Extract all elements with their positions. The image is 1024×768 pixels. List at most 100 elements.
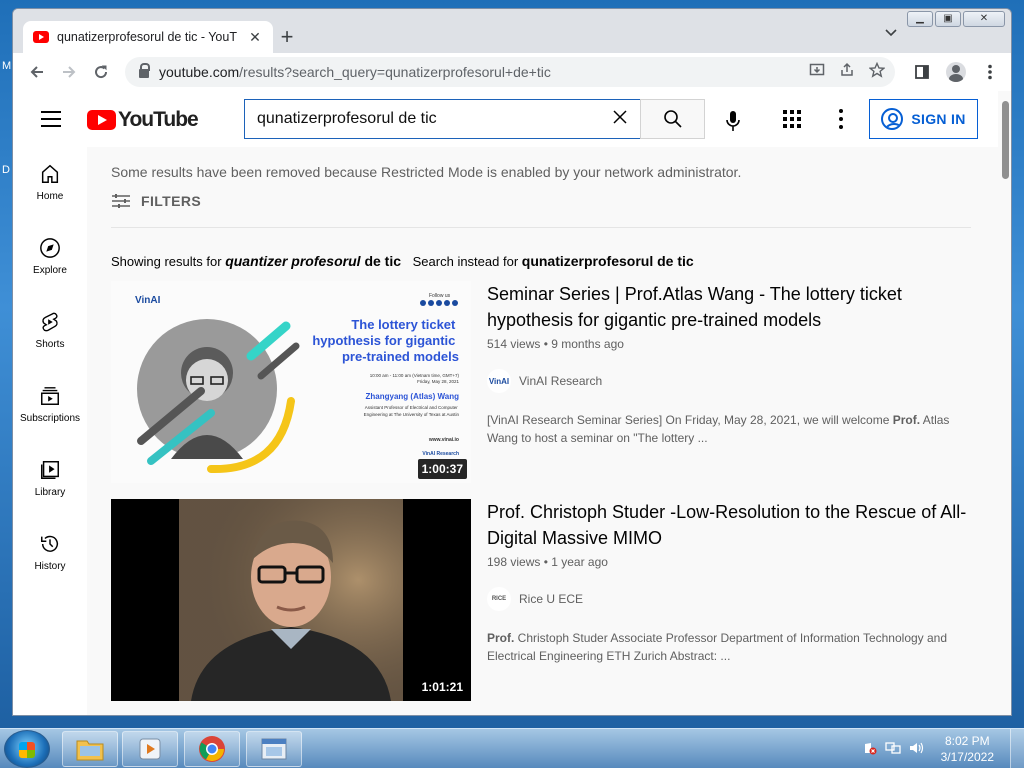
settings-more-icon[interactable] bbox=[839, 109, 843, 129]
taskbar-media-player[interactable] bbox=[122, 731, 178, 767]
taskbar-explorer[interactable] bbox=[62, 731, 118, 767]
video-result[interactable]: VinAI Follow us The lottery ticket hypot… bbox=[111, 281, 971, 483]
show-desktop-button[interactable] bbox=[1010, 729, 1024, 768]
account-icon bbox=[881, 108, 904, 130]
window-controls: ▁ ▣ ✕ bbox=[907, 11, 1005, 27]
side-panel-icon[interactable] bbox=[909, 57, 935, 87]
video-title[interactable]: Seminar Series | Prof.Atlas Wang - The l… bbox=[487, 281, 967, 333]
bookmark-star-icon[interactable] bbox=[868, 61, 886, 82]
video-description: Prof. Christoph Studer Associate Profess… bbox=[487, 631, 948, 663]
guide-item-shorts[interactable]: Shorts bbox=[13, 295, 87, 369]
close-window-button[interactable]: ✕ bbox=[963, 11, 1005, 27]
filters-button[interactable]: FILTERS bbox=[111, 193, 201, 209]
new-tab-button[interactable]: + bbox=[275, 24, 299, 50]
minimize-button[interactable]: ▁ bbox=[907, 11, 933, 27]
channel-avatar[interactable]: VinAI bbox=[487, 369, 511, 393]
video-thumbnail[interactable]: 1:01:21 bbox=[111, 499, 471, 701]
channel-link[interactable]: RICE Rice U ECE bbox=[487, 587, 967, 611]
search-button[interactable] bbox=[640, 99, 705, 139]
volume-icon[interactable] bbox=[909, 741, 925, 758]
video-stats: 514 views • 9 months ago bbox=[487, 337, 624, 351]
video-result[interactable]: 1:01:21 Prof. Christoph Studer -Low-Reso… bbox=[111, 499, 971, 701]
profile-icon[interactable] bbox=[943, 57, 969, 87]
guide-item-history[interactable]: History bbox=[13, 517, 87, 591]
channel-link[interactable]: VinAI VinAI Research bbox=[487, 369, 967, 393]
svg-text:10:00 am - 11:00 am (Vietnam t: 10:00 am - 11:00 am (Vietnam time, GMT+7… bbox=[370, 373, 460, 378]
video-thumbnail[interactable]: VinAI Follow us The lottery ticket hypot… bbox=[111, 281, 471, 483]
system-tray: 8:02 PM 3/17/2022 bbox=[863, 729, 1024, 768]
forward-button[interactable] bbox=[53, 56, 85, 88]
tab-search-button[interactable] bbox=[885, 25, 897, 40]
youtube-page: YouTube qunatizerprofesorul de tic SIGN … bbox=[13, 91, 1011, 715]
folder-icon bbox=[76, 740, 104, 761]
shorts-icon bbox=[42, 312, 58, 332]
video-duration: 1:00:37 bbox=[417, 459, 467, 479]
start-button[interactable] bbox=[4, 730, 50, 768]
address-bar[interactable]: youtube.com/results?search_query=qunatiz… bbox=[125, 57, 895, 87]
guide-item-subscriptions[interactable]: Subscriptions bbox=[13, 369, 87, 443]
yt-masthead: YouTube qunatizerprofesorul de tic SIGN … bbox=[13, 91, 998, 147]
browser-toolbar: youtube.com/results?search_query=qunatiz… bbox=[13, 53, 1011, 91]
tab-strip: qunatizerprofesorul de tic - YouTube ✕ +… bbox=[13, 9, 1011, 53]
restricted-mode-notice: Some results have been removed because R… bbox=[111, 164, 742, 180]
browser-tab[interactable]: qunatizerprofesorul de tic - YouTube ✕ bbox=[23, 21, 273, 53]
share-icon[interactable] bbox=[839, 62, 855, 82]
corrected-query-link[interactable]: quantizer profesorul de tic bbox=[225, 253, 401, 269]
search-query[interactable]: qunatizerprofesorul de tic bbox=[257, 110, 437, 128]
apps-grid-icon[interactable] bbox=[783, 110, 801, 128]
browser-window: qunatizerprofesorul de tic - YouTube ✕ +… bbox=[12, 8, 1012, 716]
network-icon[interactable] bbox=[884, 741, 901, 758]
browser-menu-icon[interactable] bbox=[977, 57, 1003, 87]
guide-item-home[interactable]: Home bbox=[13, 147, 87, 221]
avatar bbox=[946, 62, 966, 82]
compass-icon bbox=[40, 238, 60, 258]
svg-text:VinAI Research: VinAI Research bbox=[422, 451, 459, 457]
search-input[interactable]: qunatizerprofesorul de tic bbox=[244, 99, 641, 139]
page-scrollbar[interactable] bbox=[998, 91, 1011, 715]
hamburger-menu-icon[interactable] bbox=[41, 111, 61, 127]
svg-text:Follow us: Follow us bbox=[429, 293, 451, 299]
url-text: youtube.com/results?search_query=qunatiz… bbox=[159, 64, 551, 80]
christoph-studer-thumbnail bbox=[111, 499, 471, 701]
channel-name[interactable]: VinAI Research bbox=[519, 374, 602, 388]
taskbar-chrome[interactable] bbox=[184, 731, 240, 767]
channel-avatar[interactable]: RICE bbox=[487, 587, 511, 611]
voice-search-button[interactable] bbox=[715, 103, 751, 139]
video-duration: 1:01:21 bbox=[417, 677, 467, 697]
clear-search-icon[interactable] bbox=[612, 108, 628, 131]
lock-icon[interactable] bbox=[139, 63, 150, 78]
scrollbar-thumb[interactable] bbox=[1002, 101, 1009, 179]
taskbar: 8:02 PM 3/17/2022 bbox=[0, 728, 1024, 768]
library-icon bbox=[41, 461, 59, 479]
filter-sliders-icon bbox=[112, 194, 130, 208]
history-icon bbox=[41, 535, 59, 552]
tab-title: qunatizerprofesorul de tic - YouTube bbox=[57, 30, 237, 44]
search-icon bbox=[663, 110, 682, 128]
channel-name[interactable]: Rice U ECE bbox=[519, 592, 583, 606]
reload-button[interactable] bbox=[85, 56, 117, 88]
video-stats: 198 views • 1 year ago bbox=[487, 555, 608, 569]
system-clock[interactable]: 8:02 PM 3/17/2022 bbox=[941, 733, 994, 765]
chrome-icon bbox=[199, 736, 225, 762]
svg-text:VinAI: VinAI bbox=[135, 295, 161, 306]
maximize-button[interactable]: ▣ bbox=[935, 11, 961, 27]
taskbar-control-panel[interactable] bbox=[246, 731, 302, 767]
original-query-link[interactable]: qunatizerprofesorul de tic bbox=[522, 253, 694, 269]
tab-close-icon[interactable]: ✕ bbox=[247, 29, 263, 46]
svg-text:Friday, May 28, 2021: Friday, May 28, 2021 bbox=[417, 379, 459, 384]
action-center-icon[interactable] bbox=[863, 741, 877, 758]
guide-item-library[interactable]: Library bbox=[13, 443, 87, 517]
video-title[interactable]: Prof. Christoph Studer -Low-Resolution t… bbox=[487, 499, 967, 551]
youtube-play-icon bbox=[87, 110, 116, 130]
install-app-icon[interactable] bbox=[809, 62, 825, 82]
sign-in-button[interactable]: SIGN IN bbox=[869, 99, 978, 139]
window-app-icon bbox=[261, 738, 287, 760]
youtube-favicon-icon bbox=[33, 31, 49, 43]
youtube-logo[interactable]: YouTube bbox=[87, 108, 199, 132]
spelling-correction: Showing results for quantizer profesorul… bbox=[111, 253, 694, 269]
video-meta: Prof. Christoph Studer -Low-Resolution t… bbox=[487, 499, 967, 665]
back-button[interactable] bbox=[21, 56, 53, 88]
guide-item-explore[interactable]: Explore bbox=[13, 221, 87, 295]
svg-text:Zhangyang (Atlas) Wang: Zhangyang (Atlas) Wang bbox=[366, 392, 460, 401]
vinai-seminar-thumbnail: VinAI Follow us The lottery ticket hypot… bbox=[111, 281, 471, 483]
